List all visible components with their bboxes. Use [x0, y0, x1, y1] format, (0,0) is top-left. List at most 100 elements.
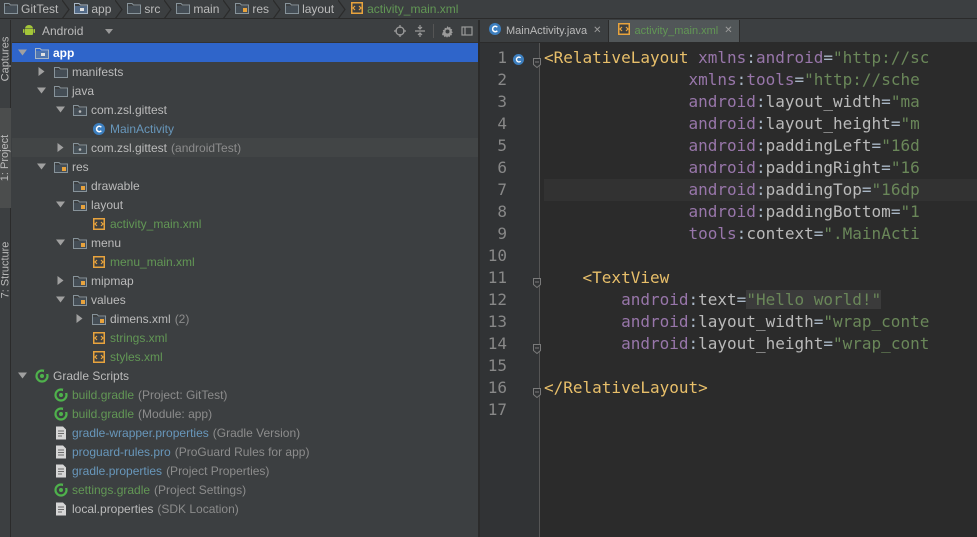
code-line[interactable]: </RelativeLayout>: [544, 377, 977, 399]
expand-arrow-icon[interactable]: [54, 195, 66, 214]
code-token: android: [688, 180, 756, 199]
code-token: xmlns: [688, 70, 737, 89]
editor-tab[interactable]: MainActivity.java ✕: [480, 20, 609, 42]
tree-node[interactable]: build.gradle (Module: app): [12, 404, 478, 423]
tree-node[interactable]: dimens.xml (2): [12, 309, 478, 328]
tree-node[interactable]: java: [12, 81, 478, 100]
expand-arrow-icon[interactable]: [54, 290, 66, 309]
fold-marker-icon[interactable]: [533, 339, 541, 358]
project-tree: app manifests java com.zsl.gittest MainActiv…: [12, 43, 478, 518]
breadcrumb-item[interactable]: src: [123, 0, 164, 18]
breadcrumb-item[interactable]: activity_main.xml: [346, 0, 462, 18]
tree-node-label: java: [72, 83, 95, 98]
collapse-arrow-icon[interactable]: [73, 309, 85, 328]
code-editor[interactable]: 1 2 3 4 5 6 7 8 9 10 11 12 13 14 15 16 17 <RelativeLayou…: [480, 43, 977, 537]
collapse-arrow-icon[interactable]: [54, 271, 66, 290]
tree-node[interactable]: menu_main.xml: [12, 252, 478, 271]
expand-arrow-icon[interactable]: [35, 81, 47, 100]
code-token: :: [688, 334, 699, 353]
project-tab[interactable]: 1: Project: [0, 108, 11, 208]
tree-node[interactable]: styles.xml: [12, 347, 478, 366]
tree-node[interactable]: gradle.properties (Project Properties): [12, 461, 478, 480]
view-mode-dropdown[interactable]: Android: [18, 22, 117, 40]
code-line[interactable]: android:text="Hello world!": [544, 289, 977, 311]
tree-node[interactable]: proguard-rules.pro (ProGuard Rules for ap…: [12, 442, 478, 461]
tree-node[interactable]: res: [12, 157, 478, 176]
class-icon[interactable]: [512, 51, 525, 70]
code-line[interactable]: [544, 355, 977, 377]
code-line[interactable]: <RelativeLayout xmlns:android="http://sc: [544, 47, 977, 69]
tree-node[interactable]: layout: [12, 195, 478, 214]
tree-node-hint: (Project Properties): [166, 463, 270, 478]
code-line[interactable]: [544, 245, 977, 267]
breadcrumb-label: res: [252, 2, 270, 16]
expand-arrow-icon[interactable]: [16, 366, 28, 385]
close-icon[interactable]: ✕: [593, 25, 601, 36]
collapse-arrow-icon[interactable]: [54, 138, 66, 157]
structure-tab[interactable]: 7: Structure: [0, 215, 11, 325]
code-line[interactable]: android:layout_width="wrap_conte: [544, 311, 977, 333]
code-line[interactable]: tools:context=".MainActi: [544, 223, 977, 245]
tree-node[interactable]: drawable: [12, 176, 478, 195]
tree-node[interactable]: local.properties (SDK Location): [12, 499, 478, 518]
close-icon[interactable]: ✕: [724, 25, 732, 36]
tree-node[interactable]: settings.gradle (Project Settings): [12, 480, 478, 499]
editor-tab[interactable]: activity_main.xml ✕: [608, 20, 740, 42]
tree-node[interactable]: activity_main.xml: [12, 214, 478, 233]
line-number-gutter[interactable]: 1 2 3 4 5 6 7 8 9 10 11 12 13 14 15 16 17: [480, 43, 541, 537]
fold-marker-icon[interactable]: [533, 53, 541, 72]
code-token: text: [698, 290, 737, 309]
code-line[interactable]: android:layout_height="wrap_cont: [544, 333, 977, 355]
tree-node[interactable]: values: [12, 290, 478, 309]
toolbar-divider: [433, 24, 434, 38]
collapse-all-icon[interactable]: [413, 24, 427, 38]
folder-icon: [4, 2, 18, 17]
code-token: =: [823, 48, 834, 67]
tree-node[interactable]: gradle-wrapper.properties (Gradle Version…: [12, 423, 478, 442]
tree-node[interactable]: strings.xml: [12, 328, 478, 347]
breadcrumb-item[interactable]: GitTest: [0, 0, 62, 18]
code-line[interactable]: android:paddingTop="16dp: [544, 179, 977, 201]
android-icon: [22, 23, 36, 40]
expand-arrow-icon[interactable]: [35, 157, 47, 176]
locate-icon[interactable]: [393, 24, 407, 38]
code-line[interactable]: [544, 399, 977, 421]
breadcrumb-item[interactable]: res: [231, 0, 273, 18]
project-tools: [393, 23, 474, 39]
code-line[interactable]: android:paddingLeft="16d: [544, 135, 977, 157]
fold-marker-icon[interactable]: [533, 273, 541, 292]
line-number: 2: [497, 70, 507, 89]
tree-node[interactable]: mipmap: [12, 271, 478, 290]
expand-arrow-icon[interactable]: [54, 233, 66, 252]
expand-arrow-icon[interactable]: [16, 43, 28, 62]
code-line[interactable]: android:paddingBottom="1: [544, 201, 977, 223]
code-token: =: [871, 136, 882, 155]
breadcrumb-item[interactable]: app: [70, 0, 115, 18]
tree-node[interactable]: Gradle Scripts: [12, 366, 478, 385]
fold-marker-icon[interactable]: [533, 383, 541, 402]
code-line[interactable]: android:layout_width="ma: [544, 91, 977, 113]
code-line[interactable]: <TextView: [544, 267, 977, 289]
expand-arrow-icon[interactable]: [54, 100, 66, 119]
tree-node[interactable]: menu: [12, 233, 478, 252]
code-line[interactable]: android:paddingRight="16: [544, 157, 977, 179]
code-line[interactable]: xmlns:tools="http://sche: [544, 69, 977, 91]
tree-node[interactable]: com.zsl.gittest: [12, 100, 478, 119]
collapse-arrow-icon[interactable]: [35, 62, 47, 81]
captures-tab[interactable]: Captures: [0, 20, 11, 98]
hide-panel-icon[interactable]: [460, 24, 474, 38]
breadcrumb-item[interactable]: main: [172, 0, 223, 18]
tree-node[interactable]: com.zsl.gittest (androidTest): [12, 138, 478, 157]
code-token: =: [813, 312, 824, 331]
gear-icon[interactable]: [440, 24, 454, 38]
tree-node[interactable]: app: [12, 43, 478, 62]
code-line[interactable]: android:layout_height="m: [544, 113, 977, 135]
breadcrumb-item[interactable]: layout: [281, 0, 338, 18]
tree-node[interactable]: manifests: [12, 62, 478, 81]
tree-node[interactable]: MainActivity: [12, 119, 478, 138]
tree-node[interactable]: build.gradle (Project: GitTest): [12, 385, 478, 404]
